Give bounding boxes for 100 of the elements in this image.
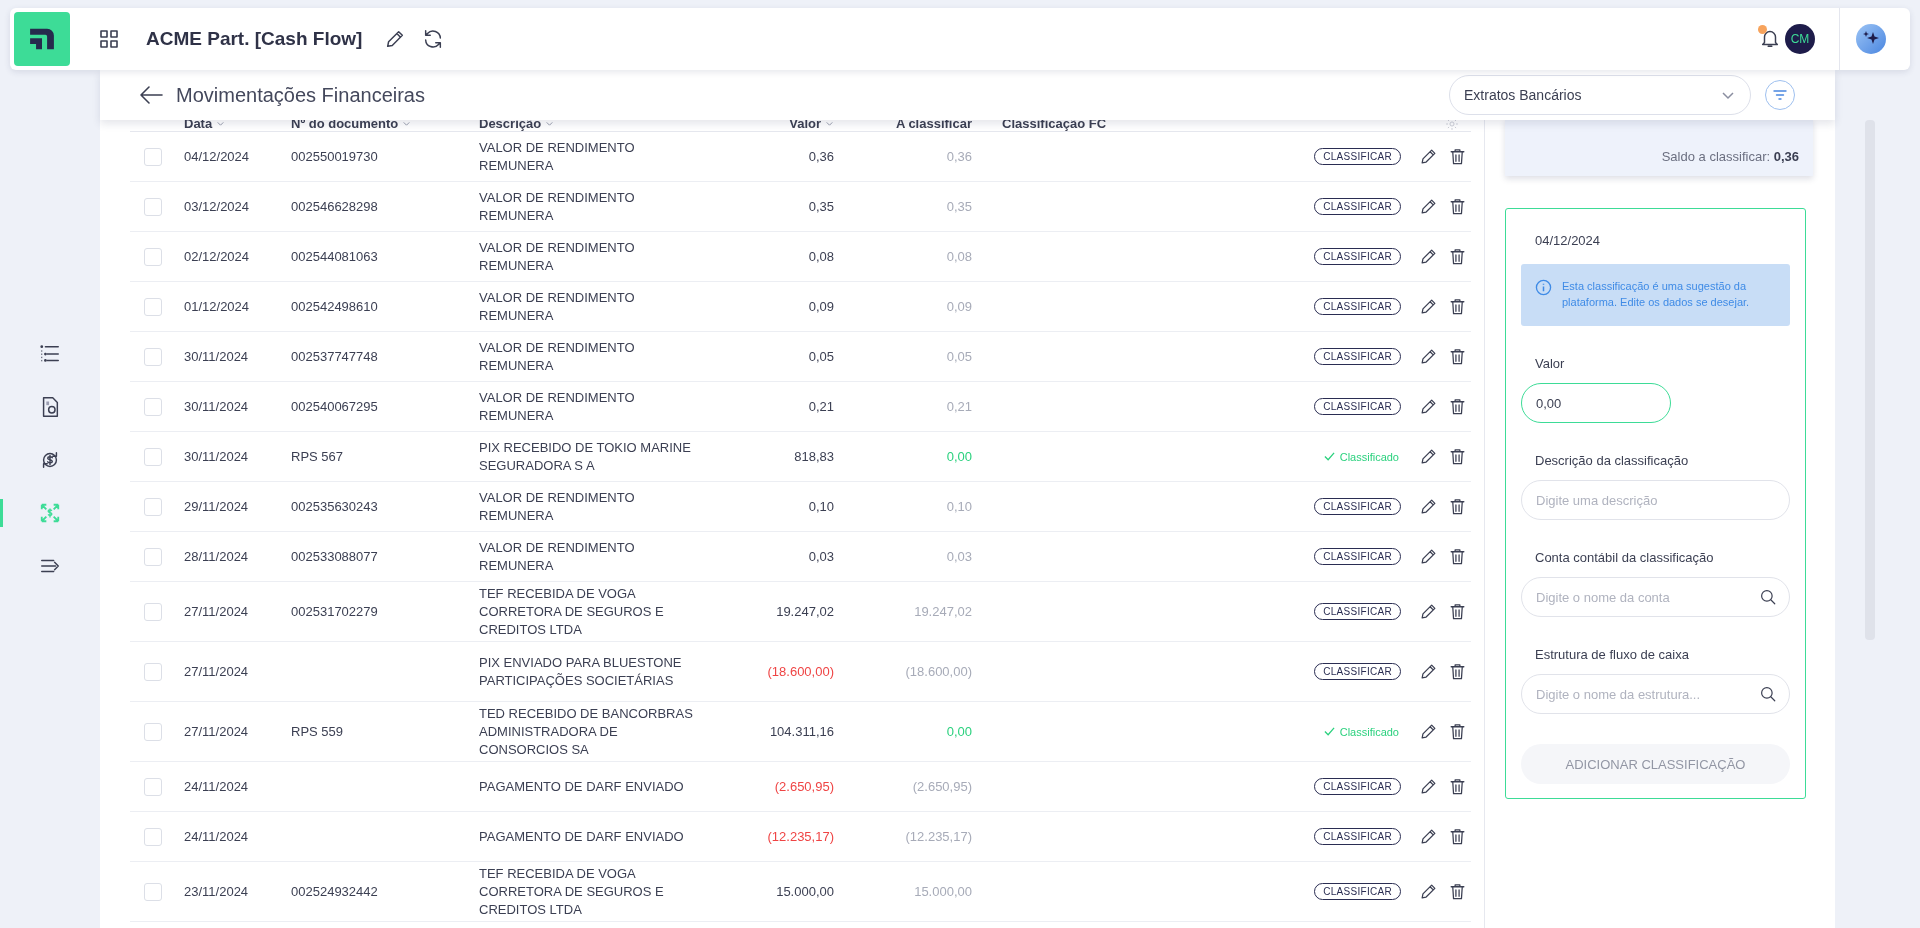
pending-cell-text: 0,00 xyxy=(945,722,972,741)
value-cell-text: 0,03 xyxy=(807,547,834,566)
classify-button[interactable]: CLASSIFICAR xyxy=(1314,603,1401,620)
classify-button[interactable]: CLASSIFICAR xyxy=(1314,148,1401,165)
row-checkbox[interactable] xyxy=(144,662,162,681)
description-cell-text: PIX RECEBIDO DE TOKIO MARINE SEGURADORA S A xyxy=(479,438,692,475)
document-cell-text: 002524932442 xyxy=(291,882,379,901)
document-cell-text: 002537747748 xyxy=(291,347,379,366)
dollar-arrows-icon xyxy=(39,502,61,524)
row-checkbox[interactable] xyxy=(144,827,162,846)
edit-icon[interactable] xyxy=(1419,497,1438,516)
description-cell-text: VALOR DE RENDIMENTO REMUNERA xyxy=(479,238,636,275)
trash-icon[interactable] xyxy=(1448,662,1467,681)
sort-icon xyxy=(545,120,555,128)
trash-icon[interactable] xyxy=(1448,397,1467,416)
field-label: Estrutura de fluxo de caixa xyxy=(1535,647,1690,662)
edit-icon[interactable] xyxy=(1419,547,1438,566)
trash-icon[interactable] xyxy=(1448,347,1467,366)
edit-icon[interactable] xyxy=(1419,722,1438,741)
info-text: Esta classificação é uma sugestão da plataforma. Edite os dados se desejar. xyxy=(1562,279,1751,310)
edit-icon[interactable] xyxy=(1419,827,1438,846)
edit-icon[interactable] xyxy=(1419,662,1438,681)
date-cell-text: 30/11/2024 xyxy=(184,447,250,466)
date-cell-text: 30/11/2024 xyxy=(184,347,250,366)
value-cell-text: (2.650,95) xyxy=(773,777,834,796)
check-icon xyxy=(1323,451,1335,462)
classify-button[interactable]: CLASSIFICAR xyxy=(1314,548,1401,565)
description-cell-text: VALOR DE RENDIMENTO REMUNERA xyxy=(479,488,636,525)
trash-icon[interactable] xyxy=(1448,447,1467,466)
back-arrow-icon xyxy=(138,84,164,106)
trash-icon[interactable] xyxy=(1448,827,1467,846)
classify-button[interactable]: CLASSIFICAR xyxy=(1314,778,1401,795)
edit-icon[interactable] xyxy=(1419,397,1438,416)
edit-icon[interactable] xyxy=(1419,197,1438,216)
source-select[interactable]: Extratos Bancários xyxy=(1449,75,1751,115)
classify-button[interactable]: CLASSIFICAR xyxy=(1314,883,1401,900)
edit-icon[interactable] xyxy=(1419,147,1438,166)
user-avatar[interactable]: CM xyxy=(1785,24,1815,54)
row-checkbox[interactable] xyxy=(144,147,162,166)
sparkle-icon[interactable] xyxy=(1856,24,1886,54)
field-label: Descrição da classificação xyxy=(1535,453,1690,468)
edit-icon[interactable] xyxy=(1419,882,1438,901)
trash-icon[interactable] xyxy=(1448,722,1467,741)
row-checkbox[interactable] xyxy=(144,297,162,316)
logo-icon[interactable] xyxy=(14,12,70,66)
row-checkbox[interactable] xyxy=(144,197,162,216)
sort-icon xyxy=(216,120,226,128)
balance-text: Saldo a classificar: 0,36 xyxy=(1661,149,1799,164)
row-checkbox[interactable] xyxy=(144,497,162,516)
row-checkbox[interactable] xyxy=(144,777,162,796)
pending-cell-text: 0,36 xyxy=(945,147,972,166)
date-cell-text: 27/11/2024 xyxy=(184,662,250,681)
classify-button[interactable]: CLASSIFICAR xyxy=(1314,398,1401,415)
trash-icon[interactable] xyxy=(1448,602,1467,621)
pending-cell-text: 0,05 xyxy=(945,347,972,366)
row-checkbox[interactable] xyxy=(144,882,162,901)
classify-button[interactable]: CLASSIFICAR xyxy=(1314,498,1401,515)
edit-icon[interactable] xyxy=(1419,447,1438,466)
classify-button[interactable]: CLASSIFICAR xyxy=(1314,348,1401,365)
value-cell-text: 0,10 xyxy=(807,497,834,516)
trash-icon[interactable] xyxy=(1448,147,1467,166)
trash-icon[interactable] xyxy=(1448,497,1467,516)
edit-icon[interactable] xyxy=(1419,602,1438,621)
document-cell-text: 002550019730 xyxy=(291,147,379,166)
description-cell-text: TEF RECEBIDA DE VOGA CORRETORA DE SEGUROS E CREDITOS LTDA xyxy=(479,864,665,919)
row-checkbox[interactable] xyxy=(144,722,162,741)
classify-button[interactable]: CLASSIFICAR xyxy=(1314,248,1401,265)
edit-icon[interactable] xyxy=(1419,347,1438,366)
classify-button[interactable]: CLASSIFICAR xyxy=(1314,828,1401,845)
edit-icon[interactable] xyxy=(1419,247,1438,266)
date-cell-text: 04/12/2024 xyxy=(184,147,251,166)
row-checkbox[interactable] xyxy=(144,602,162,621)
filter-icon xyxy=(1772,87,1788,103)
date-cell-text: 03/12/2024 xyxy=(184,197,251,216)
filter-button[interactable] xyxy=(1765,80,1795,110)
pending-cell-text: 0,08 xyxy=(945,247,972,266)
trash-icon[interactable] xyxy=(1448,247,1467,266)
row-checkbox[interactable] xyxy=(144,247,162,266)
document-cell-text: RPS 559 xyxy=(291,722,345,741)
search-icon xyxy=(1759,685,1777,703)
trash-icon[interactable] xyxy=(1448,547,1467,566)
sort-icon xyxy=(825,120,834,128)
row-checkbox[interactable] xyxy=(144,447,162,466)
value-cell-text: 0,05 xyxy=(807,347,834,366)
row-checkbox[interactable] xyxy=(144,547,162,566)
classify-button[interactable]: CLASSIFICAR xyxy=(1314,663,1401,680)
edit-icon[interactable] xyxy=(1419,297,1438,316)
classify-button[interactable]: CLASSIFICAR xyxy=(1314,298,1401,315)
value-cell-text: 19.247,02 xyxy=(775,602,834,621)
trash-icon[interactable] xyxy=(1448,882,1467,901)
trash-icon[interactable] xyxy=(1448,197,1467,216)
edit-icon[interactable] xyxy=(1419,777,1438,796)
row-checkbox[interactable] xyxy=(144,347,162,366)
trash-icon[interactable] xyxy=(1448,297,1467,316)
description-cell-text: PAGAMENTO DE DARF ENVIADO xyxy=(479,827,685,846)
value-cell-text: 0,35 xyxy=(807,197,834,216)
row-checkbox[interactable] xyxy=(144,397,162,416)
trash-icon[interactable] xyxy=(1448,777,1467,796)
classify-button[interactable]: CLASSIFICAR xyxy=(1314,198,1401,215)
pending-cell-text: 0,09 xyxy=(945,297,972,316)
